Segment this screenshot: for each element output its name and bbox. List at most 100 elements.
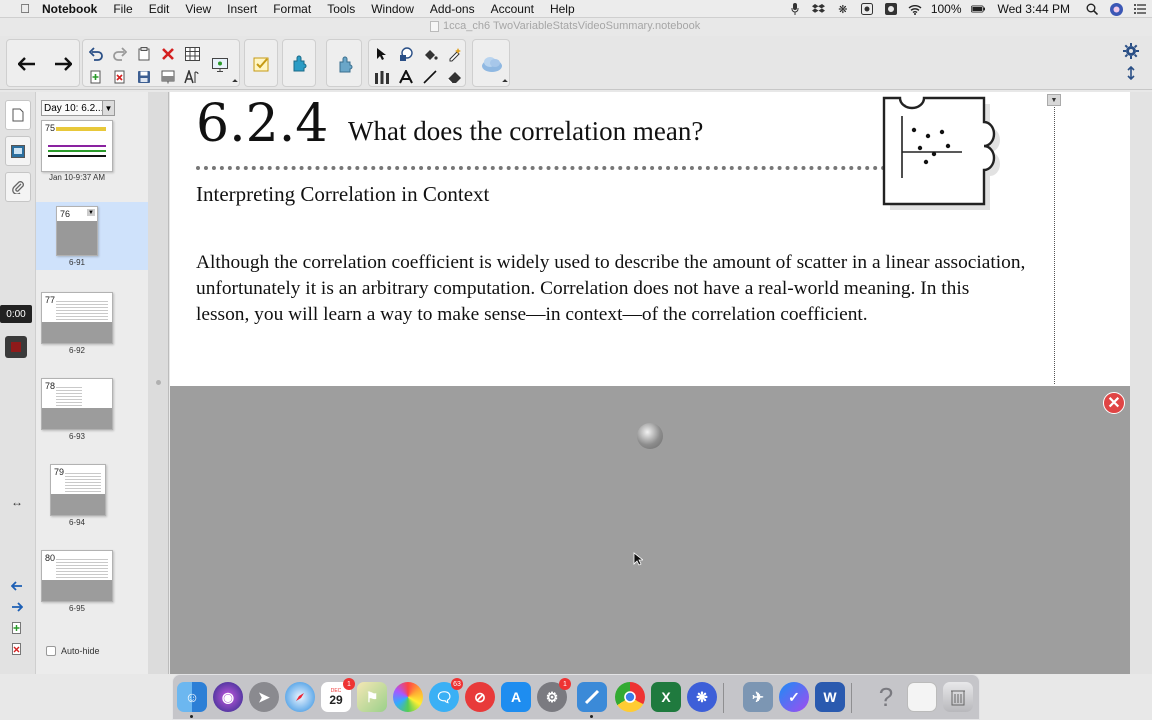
text-tool-button[interactable]: [395, 66, 417, 88]
sidebar-next-button[interactable]: [8, 599, 26, 615]
battery-icon[interactable]: [970, 3, 985, 15]
user-avatar-icon[interactable]: [1109, 2, 1123, 16]
insert-table-button[interactable]: [181, 43, 203, 65]
sketchbook-icon[interactable]: ❋: [687, 682, 717, 712]
move-sidebar-button[interactable]: ↔: [8, 494, 26, 510]
finder-icon[interactable]: ☺: [177, 682, 207, 718]
object-menu-icon[interactable]: ▼: [1047, 94, 1061, 106]
recording-icon[interactable]: [884, 3, 898, 15]
page-thumbnail-78[interactable]: 78 6-93: [36, 378, 148, 442]
sync-gear-icon[interactable]: ❋: [836, 3, 850, 16]
spotlight-search-icon[interactable]: [1085, 3, 1099, 15]
help-question-icon[interactable]: ?: [871, 682, 901, 712]
apple-menu-icon[interactable]: : [14, 1, 36, 16]
battery-percent[interactable]: 100%: [931, 2, 962, 16]
sidebar-resize-handle[interactable]: [148, 92, 169, 674]
microphone-icon[interactable]: [788, 3, 802, 15]
do-not-disturb-app-icon[interactable]: ⊘: [465, 682, 495, 712]
select-tool-button[interactable]: [371, 43, 393, 65]
safari-icon[interactable]: [285, 682, 315, 712]
menu-window[interactable]: Window: [363, 2, 422, 16]
pens-tool-button[interactable]: [371, 66, 393, 88]
page-thumbnail-80[interactable]: 80 6-95: [36, 550, 148, 614]
attachments-tab[interactable]: [5, 172, 31, 202]
notebook-canvas[interactable]: 6.2.4 What does the correlation mean? In…: [170, 92, 1130, 674]
app-store-icon[interactable]: A: [501, 682, 531, 712]
messenger-icon[interactable]: ✓: [779, 682, 809, 712]
word-icon[interactable]: W: [815, 682, 845, 712]
gallery-tab[interactable]: [5, 136, 31, 166]
delete-page-button[interactable]: [109, 66, 131, 88]
lesson-activity-button[interactable]: [329, 48, 361, 80]
undo-button[interactable]: [85, 43, 107, 65]
preview-icon[interactable]: ✈: [743, 682, 773, 712]
response-button[interactable]: [246, 48, 278, 80]
save-button[interactable]: [133, 66, 155, 88]
messages-icon[interactable]: 🗨 63: [429, 678, 463, 712]
system-preferences-icon[interactable]: ⚙ 1: [537, 678, 571, 712]
thumbnail-menu-icon[interactable]: ▼: [87, 209, 95, 216]
fill-tool-button[interactable]: [419, 43, 441, 65]
documents-folder-icon[interactable]: [907, 682, 937, 712]
menu-addons[interactable]: Add-ons: [422, 2, 483, 16]
magic-pen-button[interactable]: [443, 43, 465, 65]
add-page-button[interactable]: [85, 66, 107, 88]
menu-app-name[interactable]: Notebook: [36, 2, 105, 16]
eraser-tool-button[interactable]: [443, 66, 465, 88]
shade-drag-handle[interactable]: [637, 423, 663, 449]
siri-icon[interactable]: ◉: [213, 682, 243, 712]
page-thumbnail-75[interactable]: 75 Jan 10-9:37 AM: [36, 120, 148, 184]
page-thumbnail-79[interactable]: 79 6-94: [36, 464, 148, 528]
page-thumbnail-77[interactable]: 77 6-92: [36, 292, 148, 356]
sidebar-add-page-button[interactable]: [8, 620, 26, 636]
maps-icon[interactable]: ⚑: [357, 682, 387, 712]
autohide-toggle[interactable]: Auto-hide: [46, 646, 100, 656]
next-page-button[interactable]: [47, 48, 79, 80]
thumbnail-caption: 6-91: [68, 258, 85, 267]
customize-toolbar-button[interactable]: [1120, 40, 1142, 62]
menu-format[interactable]: Format: [265, 2, 319, 16]
screen-capture-button[interactable]: [209, 54, 231, 76]
trash-icon[interactable]: [943, 682, 973, 712]
paste-button[interactable]: [133, 43, 155, 65]
page-group-select[interactable]: Day 10: 6.2... ▼: [41, 100, 115, 116]
record-stop-button[interactable]: [5, 336, 27, 358]
page-thumbnail-76[interactable]: 76 ▼ 6-91: [36, 202, 148, 270]
properties-more-icon[interactable]: [502, 79, 508, 85]
move-toolbar-button[interactable]: [1120, 62, 1142, 84]
addon-button[interactable]: [284, 48, 316, 80]
wifi-icon[interactable]: [908, 3, 922, 15]
shapes-tool-button[interactable]: [395, 43, 417, 65]
smart-notebook-icon[interactable]: [577, 682, 607, 718]
close-shade-button[interactable]: ✕: [1103, 392, 1125, 414]
delete-button[interactable]: [157, 43, 179, 65]
menu-help[interactable]: Help: [542, 2, 583, 16]
text-format-button[interactable]: [181, 66, 203, 88]
menu-view[interactable]: View: [177, 2, 219, 16]
line-tool-button[interactable]: [419, 66, 441, 88]
previous-page-button[interactable]: [11, 48, 43, 80]
excel-icon[interactable]: X: [651, 682, 681, 712]
dropbox-icon[interactable]: [812, 3, 826, 15]
redo-button[interactable]: [109, 43, 131, 65]
more-options-icon[interactable]: [232, 79, 238, 85]
menu-account[interactable]: Account: [483, 2, 542, 16]
menu-file[interactable]: File: [105, 2, 140, 16]
menu-clock[interactable]: Wed 3:44 PM: [998, 2, 1070, 16]
screen-shade-button[interactable]: [157, 66, 179, 88]
menu-insert[interactable]: Insert: [219, 2, 265, 16]
properties-button[interactable]: [476, 48, 508, 80]
lesson-subheading: Interpreting Correlation in Context: [196, 182, 490, 206]
sidebar-delete-page-button[interactable]: [8, 641, 26, 657]
chrome-icon[interactable]: [615, 682, 645, 712]
launchpad-icon[interactable]: ➤: [249, 682, 279, 712]
screen-share-icon[interactable]: [860, 3, 874, 15]
page-sorter-tab[interactable]: [5, 100, 31, 130]
photos-icon[interactable]: [393, 682, 423, 712]
menu-edit[interactable]: Edit: [141, 2, 178, 16]
sidebar-previous-button[interactable]: [8, 578, 26, 594]
autohide-checkbox[interactable]: [46, 646, 56, 656]
calendar-icon[interactable]: DEC 29 1: [321, 678, 355, 712]
notification-center-icon[interactable]: [1133, 3, 1147, 15]
menu-tools[interactable]: Tools: [319, 2, 363, 16]
